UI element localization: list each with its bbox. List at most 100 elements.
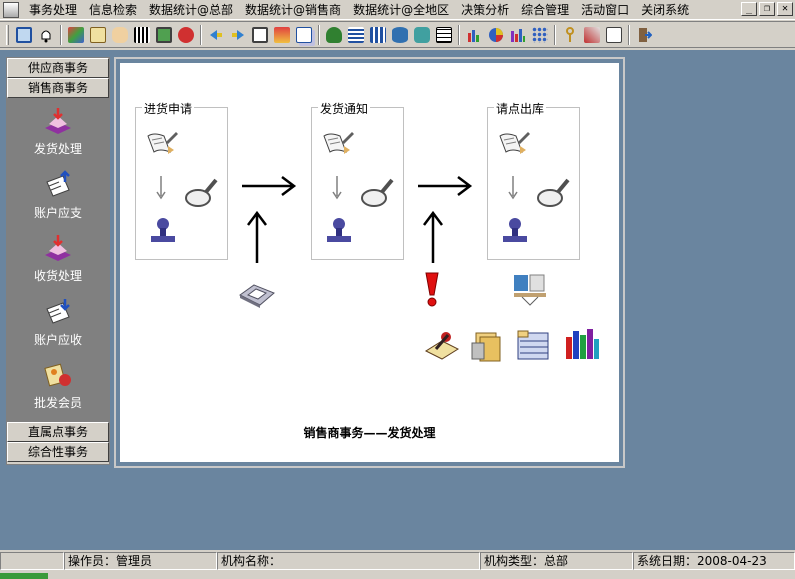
group-title: 发货通知 <box>318 100 371 117</box>
toolbar-separator <box>458 24 460 45</box>
close-button[interactable]: ✕ <box>777 2 793 16</box>
people-icon[interactable] <box>65 24 87 46</box>
properties-icon[interactable] <box>603 24 625 46</box>
flow-arrow-icon <box>242 176 297 196</box>
cart-icon[interactable] <box>175 24 197 46</box>
group-title: 进货申请 <box>142 100 195 117</box>
menu-bar: 事务处理 信息检索 数据统计@总部 数据统计@销售商 数据统计@全地区 决策分析… <box>0 0 795 20</box>
nav-item-label: 账户应收 <box>33 332 82 347</box>
menu-item-admin[interactable]: 综合管理 <box>515 1 575 19</box>
arrow-right-icon[interactable] <box>227 24 249 46</box>
group-purchase-request: 进货申请 <box>135 100 228 260</box>
nav-item-label: 收货处理 <box>33 269 82 284</box>
start-button[interactable] <box>0 573 48 579</box>
section-supplier[interactable]: 供应商事务 <box>7 58 109 78</box>
workflow-canvas: 进货申请 发货通知 请点出库 销售商事务——发货处理 <box>120 63 619 462</box>
document-edit-icon[interactable] <box>496 130 532 160</box>
toolbar-grip[interactable] <box>6 24 9 45</box>
table-icon[interactable] <box>433 24 455 46</box>
search-doc-icon[interactable] <box>87 24 109 46</box>
database-icon[interactable] <box>389 24 411 46</box>
minimize-button[interactable]: _ <box>741 2 757 16</box>
nav-item-receivable[interactable]: 账户应收 <box>13 295 103 359</box>
alert-icon[interactable] <box>420 271 444 309</box>
window-icon[interactable] <box>13 24 35 46</box>
down-arrow-icon <box>508 176 518 200</box>
section-direct[interactable]: 直属点事务 <box>7 422 109 442</box>
folders-icon[interactable] <box>470 329 506 363</box>
dot-grid-icon[interactable] <box>529 24 551 46</box>
receive-icon <box>45 235 71 262</box>
pie-chart-icon[interactable] <box>485 24 507 46</box>
status-operator: 操作员：管理员 <box>64 552 217 570</box>
nav-item-label: 账户应支 <box>33 205 82 220</box>
nav-item-label: 发货处理 <box>33 142 82 156</box>
bar-chart-icon[interactable] <box>463 24 485 46</box>
columns-icon[interactable] <box>367 24 389 46</box>
section-general[interactable]: 综合性事务 <box>7 442 109 462</box>
nav-item-label: 批发会员 <box>33 396 82 411</box>
books-chart-icon[interactable] <box>564 327 600 361</box>
section-dealer[interactable]: 销售商事务 <box>7 78 109 98</box>
status-org-name: 机构名称： <box>217 552 480 570</box>
down-arrow-icon <box>332 176 342 200</box>
menu-item-stats-region[interactable]: 数据统计@全地区 <box>347 1 455 19</box>
cube-icon[interactable] <box>238 279 276 309</box>
app-icon[interactable] <box>3 1 19 18</box>
toolbar-separator <box>200 24 202 45</box>
menu-item-info-search[interactable]: 信息检索 <box>83 1 143 19</box>
stamp-icon[interactable] <box>324 216 354 246</box>
receivable-icon <box>46 298 70 324</box>
grid-icon[interactable] <box>345 24 367 46</box>
group-title: 请点出库 <box>494 100 547 117</box>
copy-icon[interactable] <box>293 24 315 46</box>
arrow-left-icon[interactable] <box>205 24 227 46</box>
magnifier-icon[interactable] <box>184 176 220 210</box>
group-shipping-notice: 发货通知 <box>311 100 404 260</box>
monitor-icon[interactable] <box>153 24 175 46</box>
nav-item-payable[interactable]: 账户应支 <box>13 168 103 232</box>
menu-item-stats-hq[interactable]: 数据统计@总部 <box>143 1 239 19</box>
money-bag-icon[interactable] <box>323 24 345 46</box>
toolbar-separator <box>554 24 556 45</box>
dealer-section-body: 发货处理 账户应支 收货处理 账户应收 批发会员 <box>7 98 109 422</box>
status-system-date: 系统日期：2008-04-23 <box>633 552 795 570</box>
menu-item-active-window[interactable]: 活动窗口 <box>575 1 635 19</box>
up-arrow-icon <box>247 210 267 263</box>
menu-item-decision[interactable]: 决策分析 <box>455 1 515 19</box>
magnifier-icon[interactable] <box>360 176 396 210</box>
exit-icon[interactable] <box>633 24 655 46</box>
member-icon <box>44 363 71 387</box>
document-edit-icon[interactable] <box>144 130 180 160</box>
bell-icon[interactable] <box>35 24 57 46</box>
nav-item-ship[interactable]: 发货处理 <box>13 104 103 168</box>
pen-notepad-icon[interactable] <box>424 329 460 363</box>
restore-button[interactable]: ❐ <box>759 2 775 16</box>
up-arrow-icon <box>423 210 443 263</box>
toolbar-separator <box>60 24 62 45</box>
database-group-icon[interactable] <box>411 24 433 46</box>
layers-icon[interactable] <box>271 24 293 46</box>
stamp-icon[interactable] <box>500 216 530 246</box>
magnifier-icon[interactable] <box>536 176 572 210</box>
print-icon[interactable] <box>249 24 271 46</box>
toolbar-separator <box>318 24 320 45</box>
column-chart-icon[interactable] <box>507 24 529 46</box>
menu-item-transactions[interactable]: 事务处理 <box>23 1 83 19</box>
menu-item-close-system[interactable]: 关闭系统 <box>635 1 695 19</box>
file-cabinet-icon[interactable] <box>516 329 552 363</box>
toolbar-separator <box>628 24 630 45</box>
status-org-type: 机构类型：总部 <box>480 552 633 570</box>
stamp-icon[interactable] <box>148 216 178 246</box>
menu-item-stats-dealer[interactable]: 数据统计@销售商 <box>239 1 347 19</box>
hand-icon[interactable] <box>109 24 131 46</box>
window-controls: _ ❐ ✕ <box>741 2 793 16</box>
status-bar: 操作员：管理员 机构名称： 机构类型：总部 系统日期：2008-04-23 <box>0 552 795 570</box>
library-icon[interactable] <box>512 273 548 307</box>
tools-icon[interactable] <box>581 24 603 46</box>
nav-item-receive[interactable]: 收货处理 <box>13 231 103 295</box>
key-icon[interactable] <box>559 24 581 46</box>
nav-item-member[interactable]: 批发会员 <box>13 358 103 422</box>
barcode-icon[interactable] <box>131 24 153 46</box>
document-edit-icon[interactable] <box>320 130 356 160</box>
